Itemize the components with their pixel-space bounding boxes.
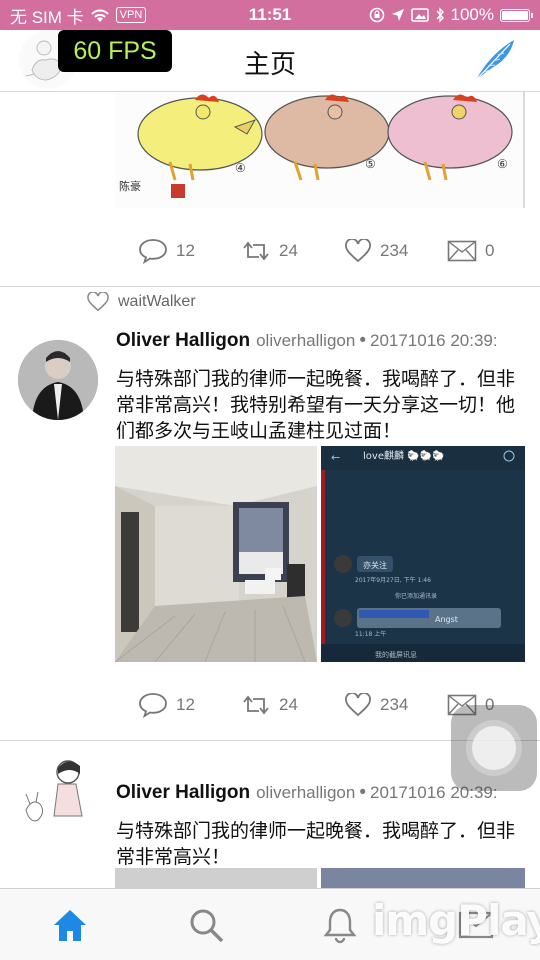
- retweet-count: 24: [279, 695, 298, 714]
- status-right: 100%: [369, 5, 533, 25]
- user-avatar-sketch[interactable]: [18, 754, 98, 834]
- bell-icon: [323, 908, 357, 944]
- battery-percent: 100%: [450, 5, 494, 24]
- svg-text:⑤: ⑤: [365, 157, 376, 171]
- svg-text:⑥: ⑥: [497, 157, 508, 171]
- svg-text:④: ④: [235, 161, 246, 175]
- tweet-image-chickens[interactable]: ④ ⑤ ⑥ 陈豪: [115, 92, 525, 208]
- screen: 无 SIM 卡 VPN 11:51 100% 60 FPS 主页 ④ ⑤ ⑥ 陈…: [0, 0, 540, 960]
- tab-notifications[interactable]: [320, 905, 360, 945]
- author-name[interactable]: Oliver Halligon: [116, 782, 250, 803]
- location-icon: [391, 9, 404, 21]
- liked-by-row[interactable]: waitWalker: [86, 292, 196, 312]
- comment-icon: [139, 239, 167, 264]
- author-handle[interactable]: oliverhalligon: [256, 331, 355, 350]
- chat-notice: 你已添加通讯录: [395, 592, 437, 600]
- status-left: 无 SIM 卡 VPN: [10, 3, 147, 28]
- chat-bubble-1: 亦关注: [363, 560, 387, 570]
- tweet3-image-left[interactable]: [115, 868, 317, 888]
- retweet-count: 24: [279, 241, 298, 260]
- heart-icon: [87, 292, 109, 312]
- chat-time-1: 2017年9月27日, 下午 1:46: [355, 576, 431, 584]
- assistive-touch-button[interactable]: [451, 705, 537, 791]
- carrier-label: 无 SIM 卡: [10, 7, 84, 27]
- tweet3-text: 与特殊部门我的律师一起晚餐．我喝醉了．但非常非常高兴！: [116, 820, 516, 868]
- retweet-button[interactable]: 24: [241, 239, 344, 263]
- tweet-date: 20171016 20:39:: [369, 331, 498, 350]
- meta-dot: •: [359, 782, 366, 803]
- compose-feather-icon[interactable]: [470, 36, 518, 84]
- nav-bar: 60 FPS 主页: [0, 30, 540, 92]
- chat-header: love麒麟 🐑🐑🐑: [363, 449, 445, 462]
- lock-rotation-icon: [369, 7, 384, 23]
- like-count: 234: [380, 241, 409, 260]
- retweet-icon: [243, 695, 269, 715]
- vpn-badge: VPN: [115, 7, 147, 23]
- chat-input: 我的截屏讯息: [375, 650, 417, 659]
- svg-text:陈豪: 陈豪: [119, 179, 141, 193]
- page-title: 主页: [243, 50, 296, 80]
- like-button[interactable]: 234: [344, 239, 447, 263]
- comment-icon: [139, 693, 167, 718]
- user-avatar[interactable]: [18, 340, 98, 420]
- comment-count: 12: [176, 241, 195, 260]
- author-name[interactable]: Oliver Halligon: [116, 330, 250, 351]
- tweet-image-room[interactable]: [115, 446, 317, 662]
- like-button[interactable]: 234: [344, 693, 447, 717]
- liked-by-user[interactable]: waitWalker: [118, 293, 196, 311]
- message-count: 0: [485, 241, 495, 260]
- comment-button[interactable]: 12: [138, 692, 241, 718]
- retweet-button[interactable]: 24: [241, 693, 344, 717]
- message-button[interactable]: 0: [447, 240, 540, 262]
- tweet2-header: Oliver Halligon oliverhalligon • 20171016 2…: [116, 330, 540, 352]
- heart-icon: [345, 239, 371, 263]
- tab-search[interactable]: [186, 905, 226, 945]
- comment-button[interactable]: 12: [138, 238, 241, 264]
- tab-home[interactable]: [50, 905, 90, 945]
- retweet-icon: [243, 241, 269, 261]
- svg-text:←: ←: [331, 451, 340, 464]
- tweet-image-chat-screenshot[interactable]: ← love麒麟 🐑🐑🐑 亦关注 2017年9月27日, 下午 1:46 你已添…: [321, 446, 525, 662]
- tweet2-text: 与特殊部门我的律师一起晚餐．我喝醉了．但非常非常高兴！我特别希望有一天分享这一切…: [116, 368, 516, 442]
- tweet1-actions: 12 24 234 0: [138, 234, 540, 268]
- comment-count: 12: [176, 695, 195, 714]
- screen-mirror-icon: [410, 8, 429, 22]
- search-icon: [190, 909, 224, 943]
- imgplay-watermark: imgPlay: [372, 896, 540, 945]
- author-handle[interactable]: oliverhalligon: [256, 783, 355, 802]
- chat-bubble-2: Angst: [435, 615, 458, 624]
- home-icon: [54, 910, 86, 941]
- mail-icon: [447, 240, 477, 262]
- status-bar: 无 SIM 卡 VPN 11:51 100%: [0, 0, 540, 30]
- battery-icon: [500, 8, 533, 22]
- heart-icon: [345, 693, 371, 717]
- meta-dot: •: [359, 330, 366, 351]
- tweet-separator: [0, 286, 540, 287]
- chat-time-2: 11:18 上午: [355, 630, 386, 638]
- wifi-icon: [90, 9, 109, 22]
- like-count: 234: [380, 695, 409, 714]
- bluetooth-icon: [435, 7, 444, 23]
- tweet3-image-right[interactable]: [321, 868, 525, 888]
